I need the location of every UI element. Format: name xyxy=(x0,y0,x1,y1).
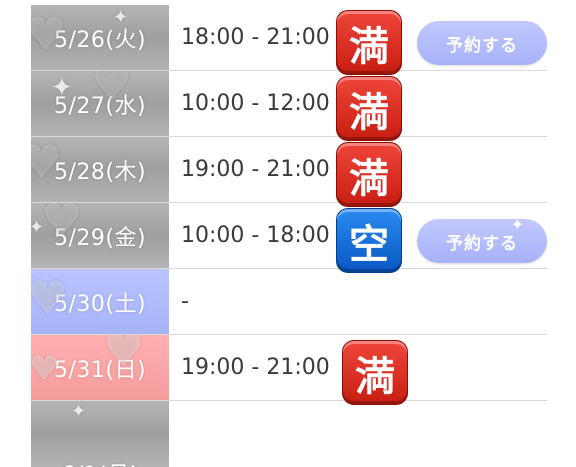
table-row: ♥ 5/28(木) 19:00 - 21:00 満 xyxy=(31,137,547,207)
reserve-button[interactable]: 予約する ✦ xyxy=(417,215,547,263)
sparkle-icon: ✦ xyxy=(510,215,525,234)
sparkle-icon: ✦ xyxy=(71,401,87,422)
sparkle-icon: ✦ xyxy=(113,7,129,28)
status-full-icon: 満 xyxy=(336,76,402,141)
reserve-button-label: 予約する xyxy=(446,35,518,56)
date-cell: ♥ ✦ 5/29(金) xyxy=(31,203,169,268)
time-range: 10:00 - 18:00 xyxy=(181,223,330,248)
reserve-button-label: 予約する xyxy=(446,233,518,254)
table-row: ✦ 6/1(月) xyxy=(31,401,547,467)
date-cell: ♥ 5/28(木) xyxy=(31,137,169,202)
sparkle-icon: ✦ xyxy=(31,217,45,238)
heart-icon: ♥ xyxy=(103,335,145,377)
date-cell: ✦ 6/1(月) xyxy=(31,401,169,467)
time-range: 10:00 - 12:00 xyxy=(181,91,330,116)
heart-icon: ♥ xyxy=(31,137,63,189)
sparkle-icon: ✦ xyxy=(51,73,74,103)
heart-icon: ♥ xyxy=(31,349,60,389)
table-row: ✦ ♥ 5/27(水) 10:00 - 12:00 満 xyxy=(31,71,547,141)
heart-icon: ♥ xyxy=(41,203,83,247)
status-full-icon: 満 xyxy=(336,142,402,207)
table-row: ♥ ✦ 5/29(金) 10:00 - 18:00 空 予約する ✦ xyxy=(31,203,547,273)
date-label: 6/1(月) xyxy=(61,457,139,467)
date-label: 5/26(火) xyxy=(53,27,147,53)
time-range: - xyxy=(181,289,189,314)
status-full-icon: 満 xyxy=(336,10,402,75)
date-cell: ♥ ♥ 5/31(日) xyxy=(31,335,169,400)
status-full-icon: 満 xyxy=(342,340,408,405)
heart-icon: ♥ xyxy=(31,271,69,325)
reserve-button[interactable]: 予約する xyxy=(417,21,547,65)
time-range: 18:00 - 21:00 xyxy=(181,25,330,50)
table-row: ♥ 5/30(土) - xyxy=(31,269,547,335)
date-cell: ♥ 5/30(土) xyxy=(31,269,169,334)
date-cell: ✦ ♥ 5/27(水) xyxy=(31,71,169,136)
status-empty-icon: 空 xyxy=(336,208,402,273)
date-cell: ♥ ✦ 5/26(火) xyxy=(31,5,169,70)
heart-icon: ♥ xyxy=(31,7,67,61)
heart-icon: ♥ xyxy=(91,71,133,111)
time-range: 19:00 - 21:00 xyxy=(181,355,330,380)
time-range: 19:00 - 21:00 xyxy=(181,157,330,182)
table-row: ♥ ✦ 5/26(火) 18:00 - 21:00 満 予約する xyxy=(31,5,547,75)
table-row: ♥ ♥ 5/31(日) 19:00 - 21:00 満 xyxy=(31,335,547,405)
date-label: 5/28(木) xyxy=(53,159,147,185)
